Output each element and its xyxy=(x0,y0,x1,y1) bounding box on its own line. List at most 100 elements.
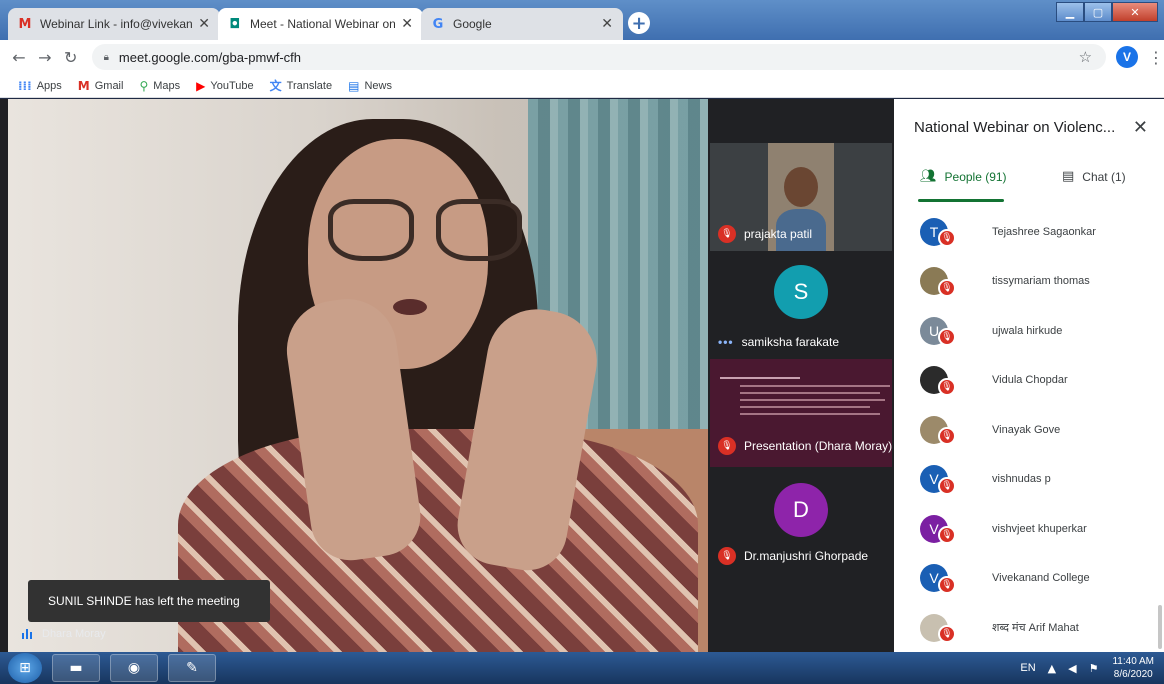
file-explorer-icon[interactable]: ▬ xyxy=(52,654,100,682)
participant-tile[interactable]: 🎙︎ prajakta patil xyxy=(710,143,892,251)
meet-stage: SUNIL SHINDE has left the meeting Dhara … xyxy=(0,99,1164,652)
window-controls: ▁ ▢ ✕ xyxy=(1056,2,1158,22)
chrome-icon[interactable]: ◉ xyxy=(110,654,158,682)
mic-off-icon: 🎙︎ xyxy=(938,575,956,594)
mic-off-icon: 🎙︎ xyxy=(938,328,956,346)
mic-off-icon: 🎙︎ xyxy=(718,437,736,455)
tab-chat[interactable]: ▤ Chat (1) xyxy=(1062,169,1126,184)
tab-meet[interactable]: ◘ Meet - National Webinar on Viol ✕ xyxy=(218,8,423,40)
lock-icon: 🔒︎ xyxy=(103,51,109,63)
bookmark-label: Translate xyxy=(286,79,333,92)
list-item[interactable]: U 🎙︎ ujwala hirkude xyxy=(894,306,1164,356)
bookmark-label: Maps xyxy=(153,79,181,92)
participant-name: samiksha farakate xyxy=(741,335,839,349)
participant-label: 🎙︎ Presentation (Dhara Moray) xyxy=(718,437,892,455)
google-icon: G xyxy=(432,16,444,32)
close-window-button[interactable]: ✕ xyxy=(1112,2,1158,22)
participant-name: prajakta patil xyxy=(744,227,813,241)
browser-tab-strip: M Webinar Link - info@vivekanand ✕ ◘ Mee… xyxy=(0,0,1164,40)
volume-icon[interactable]: ◀ xyxy=(1068,662,1076,675)
list-item[interactable]: 🎙︎ tissymariam thomas xyxy=(894,257,1164,307)
close-icon[interactable]: ✕ xyxy=(1133,117,1148,138)
tab-label: Google xyxy=(453,17,492,31)
left-meeting-toast: SUNIL SHINDE has left the meeting xyxy=(28,580,270,622)
main-speaker-video[interactable]: SUNIL SHINDE has left the meeting Dhara … xyxy=(8,99,708,652)
tab-google[interactable]: G Google ✕ xyxy=(421,8,623,40)
speaking-indicator-icon xyxy=(22,629,34,639)
list-item[interactable]: V 🎙︎ Vivekanand College xyxy=(894,554,1164,604)
list-item[interactable]: 🎙︎ Vidula Chopdar xyxy=(894,356,1164,406)
tray-expand-icon[interactable]: ▲ xyxy=(1048,662,1056,675)
mic-off-icon: 🎙︎ xyxy=(718,225,736,243)
tab-label: Chat (1) xyxy=(1082,169,1126,184)
news-icon: ▤ xyxy=(348,78,360,93)
reload-icon[interactable]: ↻ xyxy=(58,48,84,67)
participant-avatar: S xyxy=(774,265,828,319)
participant-tile[interactable]: S ••• samiksha farakate xyxy=(710,253,892,357)
bookmark-apps[interactable]: ⁞⁞⁞ Apps xyxy=(18,79,62,93)
mic-off-icon: 🎙︎ xyxy=(938,526,956,544)
mic-off-icon: 🎙︎ xyxy=(718,547,736,565)
bookmark-gmail[interactable]: M Gmail xyxy=(78,79,124,93)
browser-toolbar: ← → ↻ 🔒︎ meet.google.com/gba-pmwf-cfh ☆ … xyxy=(0,40,1164,74)
bookmark-maps[interactable]: ⚲ Maps xyxy=(139,79,180,93)
presentation-tile[interactable]: 🎙︎ Presentation (Dhara Moray) xyxy=(710,359,892,467)
speaker-mouth xyxy=(393,299,427,315)
forward-arrow-icon[interactable]: → xyxy=(32,48,58,67)
bookmark-label: Gmail xyxy=(94,79,124,92)
mic-off-icon: 🎙︎ xyxy=(938,278,956,297)
more-options-icon[interactable]: ••• xyxy=(718,335,734,349)
mic-off-icon: 🎙︎ xyxy=(938,625,956,643)
bookmark-translate[interactable]: 文 Translate xyxy=(270,77,332,94)
translate-icon: 文 xyxy=(269,79,282,93)
bookmark-label: YouTube xyxy=(210,79,254,92)
participant-name: Tejashree Sagaonkar xyxy=(992,225,1096,238)
chat-icon: ▤ xyxy=(1062,169,1075,184)
participant-name: vishvjeet khuperkar xyxy=(992,522,1087,535)
list-item[interactable]: 🎙︎ शब्द मंच Arif Mahat xyxy=(894,603,1164,653)
participant-tile[interactable]: D 🎙︎ Dr.manjushri Ghorpade xyxy=(710,469,892,573)
profile-avatar[interactable]: V xyxy=(1116,46,1138,68)
participant-name: ujwala hirkude xyxy=(992,324,1063,337)
action-center-flag-icon[interactable]: ⚑ xyxy=(1089,662,1099,675)
start-button[interactable]: ⊞ xyxy=(8,653,42,683)
gmail-icon: M xyxy=(77,78,90,93)
back-arrow-icon[interactable]: ← xyxy=(6,48,32,67)
close-icon[interactable]: ✕ xyxy=(601,16,613,32)
scrollbar[interactable] xyxy=(1158,605,1162,649)
main-speaker-name: Dhara Moray xyxy=(42,628,106,640)
list-item[interactable]: T 🎙︎ Tejashree Sagaonkar xyxy=(894,207,1164,257)
close-icon[interactable]: ✕ xyxy=(198,16,210,32)
language-indicator[interactable]: EN xyxy=(1020,662,1035,674)
participant-label: ••• samiksha farakate xyxy=(718,335,839,349)
bookmark-label: News xyxy=(364,79,392,92)
bookmark-youtube[interactable]: ▶ YouTube xyxy=(196,79,253,93)
bookmarks-bar: ⁞⁞⁞ Apps M Gmail ⚲ Maps ▶ YouTube 文 Tran… xyxy=(0,74,1164,98)
active-tab-indicator xyxy=(918,199,1004,202)
bookmark-news[interactable]: ▤ News xyxy=(348,79,392,93)
list-item[interactable]: V 🎙︎ vishnudas p xyxy=(894,455,1164,505)
url-text: meet.google.com/gba-pmwf-cfh xyxy=(118,49,301,65)
participant-name: शब्द मंच Arif Mahat xyxy=(992,622,1079,635)
presentation-slide-preview xyxy=(720,377,890,437)
system-tray: EN ▲ ◀ ⚑ 11:40 AM 8/6/2020 xyxy=(1020,652,1154,684)
maximize-button[interactable]: ▢ xyxy=(1084,2,1112,22)
tab-gmail[interactable]: M Webinar Link - info@vivekanand ✕ xyxy=(8,8,220,40)
paint-icon[interactable]: ✎ xyxy=(168,654,216,682)
more-menu-icon[interactable]: ⋮ xyxy=(1148,48,1164,67)
participant-name: Vinayak Gove xyxy=(992,423,1061,436)
meet-icon: ◘ xyxy=(229,16,241,32)
tab-people[interactable]: 👥︎ People (91) xyxy=(920,169,1007,184)
minimize-button[interactable]: ▁ xyxy=(1056,2,1084,22)
address-bar[interactable]: 🔒︎ meet.google.com/gba-pmwf-cfh ☆ xyxy=(91,44,1107,70)
bookmark-star-icon[interactable]: ☆ xyxy=(1079,48,1092,66)
clock[interactable]: 11:40 AM 8/6/2020 xyxy=(1112,655,1154,681)
list-item[interactable]: 🎙︎ Vinayak Gove xyxy=(894,405,1164,455)
new-tab-button[interactable]: + xyxy=(628,12,650,34)
list-item[interactable]: V 🎙︎ vishvjeet khuperkar xyxy=(894,504,1164,554)
clock-date: 8/6/2020 xyxy=(1113,669,1153,680)
participant-name: Vidula Chopdar xyxy=(992,374,1068,387)
close-icon[interactable]: ✕ xyxy=(401,16,413,32)
tab-label: Webinar Link - info@vivekanand xyxy=(40,17,193,31)
participant-name: vishnudas p xyxy=(992,473,1051,486)
